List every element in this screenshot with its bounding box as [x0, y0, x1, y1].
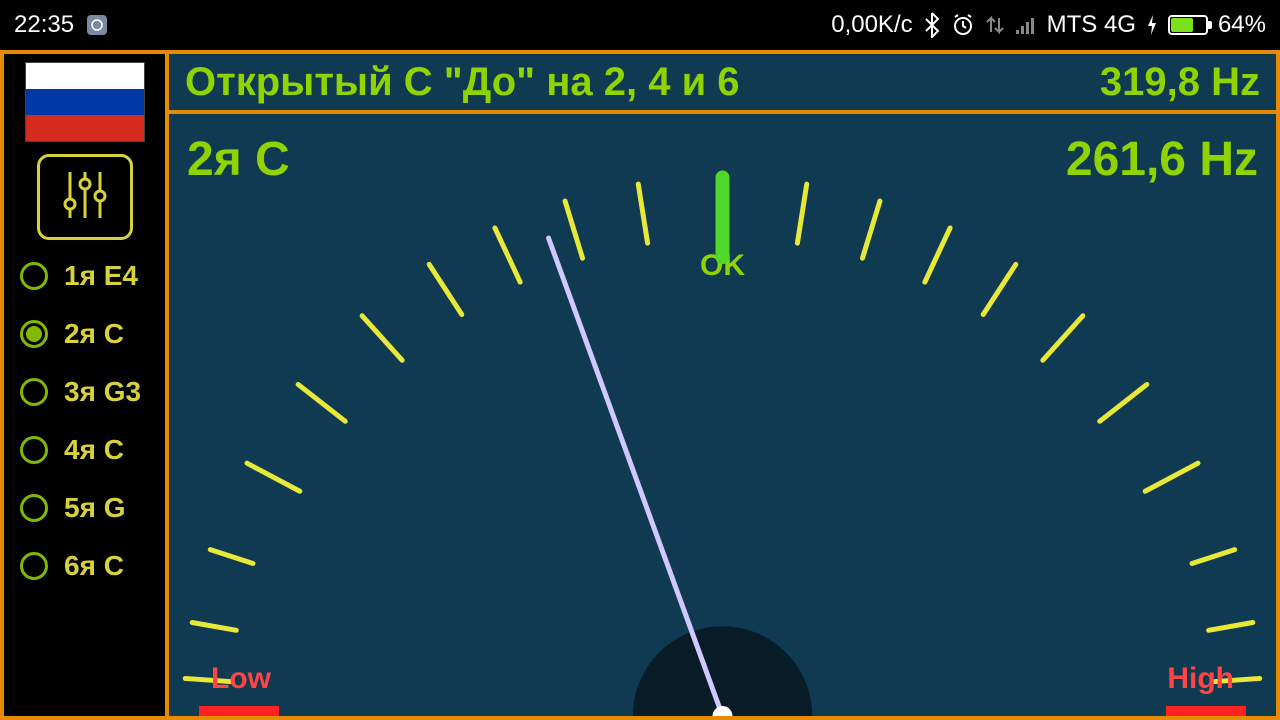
- high-indicator: [1166, 706, 1246, 716]
- radio-icon: [20, 262, 48, 290]
- data-arrows-icon: [985, 14, 1005, 36]
- gauge-meter: [169, 114, 1276, 716]
- signal-icon: [1015, 15, 1037, 35]
- string-item-2[interactable]: 2я C: [20, 318, 165, 350]
- gauge-area: 2я C 261,6 Hz OK Low High: [169, 114, 1276, 716]
- battery-icon: [1168, 15, 1208, 35]
- string-item-3[interactable]: 3я G3: [20, 376, 165, 408]
- status-time: 22:35: [14, 11, 74, 39]
- battery-percent: 64%: [1218, 11, 1266, 39]
- string-item-1[interactable]: 1я E4: [20, 260, 165, 292]
- charging-icon: [1146, 14, 1158, 36]
- settings-button[interactable]: [37, 154, 133, 240]
- sliders-icon: [56, 166, 114, 229]
- bluetooth-icon: [923, 12, 941, 38]
- string-list: 1я E4 2я C 3я G3 4я C 5я G 6я C: [4, 260, 165, 582]
- string-item-4[interactable]: 4я C: [20, 434, 165, 466]
- tuner-app: 1я E4 2я C 3я G3 4я C 5я G 6я C Открытый C "Д…: [0, 50, 1280, 720]
- radio-icon: [20, 378, 48, 406]
- low-indicator: [199, 706, 279, 716]
- title-bar: Открытый C "До" на 2, 4 и 6 319,8 Hz: [169, 54, 1276, 114]
- high-label: High: [1167, 662, 1234, 696]
- app-indicator-icon: [86, 14, 108, 36]
- string-label: 6я C: [64, 550, 124, 582]
- detected-frequency: 319,8 Hz: [1100, 60, 1260, 105]
- radio-icon: [20, 552, 48, 580]
- carrier-label: MTS 4G: [1047, 11, 1136, 39]
- low-label: Low: [211, 662, 271, 696]
- radio-icon: [20, 320, 48, 348]
- android-status-bar: 22:35 0,00K/c MTS 4G 64%: [0, 0, 1280, 50]
- sidebar: 1я E4 2я C 3я G3 4я C 5я G 6я C: [4, 54, 169, 716]
- string-label: 2я C: [64, 318, 124, 350]
- string-item-5[interactable]: 5я G: [20, 492, 165, 524]
- radio-icon: [20, 494, 48, 522]
- language-flag[interactable]: [25, 62, 145, 142]
- string-item-6[interactable]: 6я C: [20, 550, 165, 582]
- string-label: 5я G: [64, 492, 125, 524]
- tuning-name: Открытый C "До" на 2, 4 и 6: [185, 60, 740, 105]
- main-panel: Открытый C "До" на 2, 4 и 6 319,8 Hz 2я …: [169, 54, 1276, 716]
- string-label: 4я C: [64, 434, 124, 466]
- radio-icon: [20, 436, 48, 464]
- string-label: 3я G3: [64, 376, 141, 408]
- string-label: 1я E4: [64, 260, 138, 292]
- net-speed: 0,00K/c: [831, 11, 912, 39]
- alarm-icon: [951, 13, 975, 37]
